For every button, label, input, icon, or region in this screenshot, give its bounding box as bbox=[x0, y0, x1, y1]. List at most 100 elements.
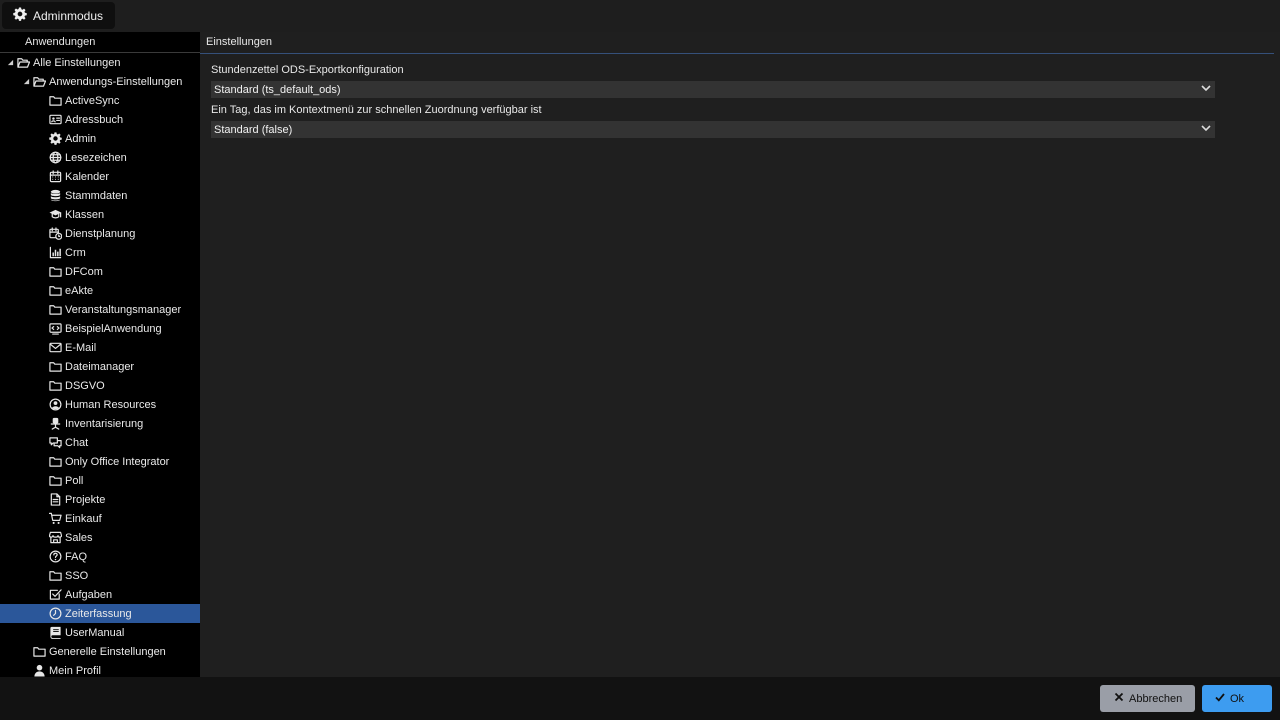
sidebar-item-label: Dienstplanung bbox=[65, 227, 136, 240]
sidebar-item-label: Klassen bbox=[65, 208, 105, 221]
sidebar-item[interactable]: Sales bbox=[0, 528, 200, 547]
sidebar-item[interactable]: Aufgaben bbox=[0, 585, 200, 604]
folder-icon bbox=[47, 264, 63, 280]
question-circle-icon bbox=[47, 549, 63, 565]
sidebar-item[interactable]: UserManual bbox=[0, 623, 200, 642]
sidebar-item[interactable]: Human Resources bbox=[0, 395, 200, 414]
bar-chart-icon bbox=[47, 245, 63, 261]
ods-export-select[interactable]: Standard (ts_default_ods) bbox=[211, 81, 1215, 98]
sidebar-item[interactable]: Dienstplanung bbox=[0, 224, 200, 243]
sidebar-item[interactable]: E-Mail bbox=[0, 338, 200, 357]
ok-button[interactable]: Ok bbox=[1202, 685, 1272, 712]
sidebar-item[interactable]: Lesezeichen bbox=[0, 148, 200, 167]
check-icon bbox=[1215, 692, 1225, 705]
sidebar-item-label: Alle Einstellungen bbox=[33, 56, 121, 69]
chevron-down-icon bbox=[1201, 83, 1211, 96]
sidebar-item-label: Admin bbox=[65, 132, 97, 145]
gear-icon bbox=[13, 7, 27, 24]
sidebar-item[interactable]: FAQ bbox=[0, 547, 200, 566]
sidebar-item[interactable]: Chat bbox=[0, 433, 200, 452]
sidebar-item-label: Inventarisierung bbox=[65, 417, 144, 430]
code-window-icon bbox=[47, 321, 63, 337]
sidebar-item[interactable]: ActiveSync bbox=[0, 91, 200, 110]
admin-mode-button[interactable]: Adminmodus bbox=[2, 2, 116, 29]
sidebar-item[interactable]: Kalender bbox=[0, 167, 200, 186]
folder-icon bbox=[31, 644, 47, 660]
sidebar-item[interactable]: Mein Profil bbox=[0, 661, 200, 677]
sidebar-item-label: SSO bbox=[65, 569, 89, 582]
sidebar-item[interactable]: Crm bbox=[0, 243, 200, 262]
sidebar-item[interactable]: Dateimanager bbox=[0, 357, 200, 376]
sidebar-item-label: E-Mail bbox=[65, 341, 97, 354]
sidebar-item[interactable]: Einkauf bbox=[0, 509, 200, 528]
folder-open-icon bbox=[31, 74, 47, 90]
context-tag-select[interactable]: Standard (false) bbox=[211, 121, 1215, 138]
sidebar-item-label: eAkte bbox=[65, 284, 94, 297]
select-value: Standard (ts_default_ods) bbox=[214, 83, 341, 96]
sidebar-item[interactable]: Klassen bbox=[0, 205, 200, 224]
folder-icon bbox=[47, 302, 63, 318]
sidebar-item-label: BeispielAnwendung bbox=[65, 322, 162, 335]
cancel-label: Abbrechen bbox=[1129, 692, 1183, 705]
select-value: Standard (false) bbox=[214, 123, 293, 136]
calendar-clock-icon bbox=[47, 226, 63, 242]
graduation-cap-icon bbox=[47, 207, 63, 223]
settings-tree: Alle Einstellungen Anwendungs-Einstellung… bbox=[0, 53, 200, 677]
sidebar-item[interactable]: eAkte bbox=[0, 281, 200, 300]
sidebar-item-label: Human Resources bbox=[65, 398, 157, 411]
expand-toggle-icon[interactable] bbox=[21, 78, 31, 85]
globe-icon bbox=[47, 150, 63, 166]
sidebar-item-label: Stammdaten bbox=[65, 189, 128, 202]
sidebar-item-label: Anwendungs-Einstellungen bbox=[49, 75, 183, 88]
sidebar-item[interactable]: Poll bbox=[0, 471, 200, 490]
sidebar-item[interactable]: Adressbuch bbox=[0, 110, 200, 129]
main-title: Einstellungen bbox=[200, 32, 1274, 54]
ok-label: Ok bbox=[1230, 692, 1245, 705]
book-icon bbox=[47, 625, 63, 641]
sidebar-item-label: Zeiterfassung bbox=[65, 607, 132, 620]
sidebar-item-label: Lesezeichen bbox=[65, 151, 127, 164]
admin-mode-label: Adminmodus bbox=[33, 8, 104, 23]
sidebar-item[interactable]: BeispielAnwendung bbox=[0, 319, 200, 338]
sidebar-item-label: Projekte bbox=[65, 493, 106, 506]
sidebar-item-label: Poll bbox=[65, 474, 84, 487]
chevron-down-icon bbox=[1201, 123, 1211, 136]
folder-icon bbox=[47, 473, 63, 489]
sidebar-item-label: DFCom bbox=[65, 265, 103, 278]
expand-toggle-icon[interactable] bbox=[5, 59, 15, 66]
document-icon bbox=[47, 492, 63, 508]
cancel-button[interactable]: Abbrechen bbox=[1100, 685, 1195, 712]
sidebar-item[interactable]: DSGVO bbox=[0, 376, 200, 395]
sidebar-item[interactable]: Zeiterfassung bbox=[0, 604, 200, 623]
database-icon bbox=[47, 188, 63, 204]
store-icon bbox=[47, 530, 63, 546]
sidebar-item-label: Adressbuch bbox=[65, 113, 124, 126]
sidebar-item[interactable]: Alle Einstellungen bbox=[0, 53, 200, 72]
close-icon bbox=[1114, 692, 1124, 705]
sidebar-item-label: Generelle Einstellungen bbox=[49, 645, 166, 658]
sidebar-header: Anwendungen bbox=[0, 32, 200, 53]
user-circle-icon bbox=[47, 397, 63, 413]
sidebar-item[interactable]: Generelle Einstellungen bbox=[0, 642, 200, 661]
sidebar-item[interactable]: Only Office Integrator bbox=[0, 452, 200, 471]
chat-icon bbox=[47, 435, 63, 451]
sidebar-item[interactable]: Inventarisierung bbox=[0, 414, 200, 433]
sidebar-item[interactable]: Veranstaltungsmanager bbox=[0, 300, 200, 319]
checkbox-icon bbox=[47, 587, 63, 603]
folder-icon bbox=[47, 283, 63, 299]
sidebar-item-label: Crm bbox=[65, 246, 86, 259]
sidebar-item[interactable]: Anwendungs-Einstellungen bbox=[0, 72, 200, 91]
field-label: Stundenzettel ODS-Exportkonfiguration bbox=[211, 64, 404, 76]
sidebar-item[interactable]: Projekte bbox=[0, 490, 200, 509]
sidebar-item-label: Aufgaben bbox=[65, 588, 113, 601]
sidebar-item[interactable]: SSO bbox=[0, 566, 200, 585]
top-bar: Adminmodus bbox=[0, 0, 1280, 32]
sidebar: Anwendungen Alle Einstellungen Anwendungs… bbox=[0, 32, 200, 677]
sidebar-item[interactable]: Admin bbox=[0, 129, 200, 148]
sidebar-item[interactable]: DFCom bbox=[0, 262, 200, 281]
sidebar-item[interactable]: Stammdaten bbox=[0, 186, 200, 205]
sidebar-item-label: Einkauf bbox=[65, 512, 102, 525]
sidebar-item-label: Chat bbox=[65, 436, 89, 449]
folder-icon bbox=[47, 378, 63, 394]
sidebar-item-label: DSGVO bbox=[65, 379, 105, 392]
